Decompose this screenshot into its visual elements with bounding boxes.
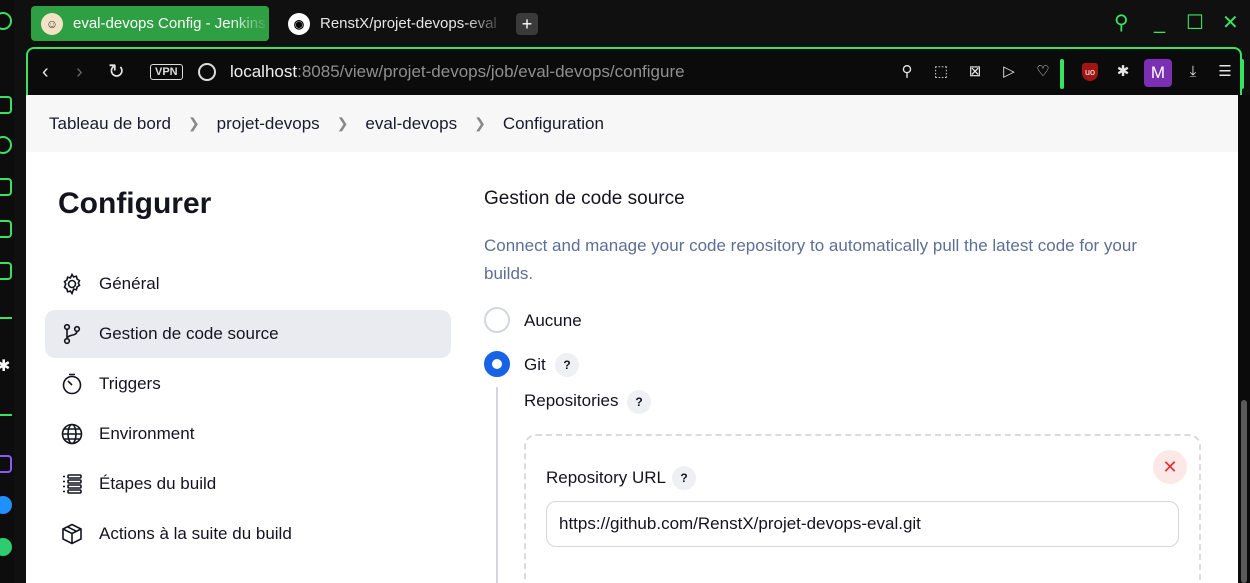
timer-icon (59, 371, 85, 397)
breadcrumb-configuration[interactable]: Configuration (503, 114, 604, 134)
branch-icon (59, 321, 85, 347)
rail-divider (0, 317, 12, 319)
chevron-right-icon: ❯ (187, 115, 200, 131)
sidebar-item-label: Actions à la suite du build (99, 524, 292, 543)
sidebar-item-label: Général (99, 274, 160, 293)
vpn-badge[interactable]: VPN (150, 64, 183, 80)
forward-button[interactable]: › (76, 61, 83, 83)
adblock-icon[interactable]: ⊠ (966, 63, 984, 81)
snapshot-icon[interactable]: ⬚ (932, 63, 950, 81)
rail-wallet-icon[interactable] (0, 220, 12, 238)
url-host: localhost (230, 62, 298, 81)
radio-git[interactable] (484, 351, 510, 377)
chevron-right-icon: ❯ (336, 115, 349, 131)
github-icon: ◉ (288, 12, 310, 35)
jenkins-icon: ☺ (41, 12, 63, 35)
profile-avatar[interactable]: M (1144, 59, 1172, 87)
back-button[interactable]: ‹ (42, 61, 49, 83)
browser-side-rail: ✱ (0, 0, 14, 583)
sidebar-item-scm[interactable]: Gestion de code source (45, 310, 451, 358)
radio-none-label[interactable]: Aucune (524, 311, 582, 331)
sidebar-item-label: Triggers (99, 374, 161, 393)
rail-monitor-icon[interactable] (0, 262, 12, 280)
heart-icon[interactable]: ♡ (1034, 63, 1052, 81)
site-info-icon[interactable] (198, 63, 216, 81)
radio-git-label[interactable]: Git (524, 355, 546, 375)
repository-url-label: Repository URL (546, 468, 666, 487)
rail-puzzle-icon[interactable]: ✱ (0, 356, 15, 375)
close-icon: ✕ (1162, 457, 1178, 477)
whatsapp-icon[interactable] (0, 538, 12, 556)
rail-app-icon[interactable] (0, 96, 12, 114)
url-field[interactable]: localhost:8085/view/projet-devops/job/ev… (230, 62, 685, 82)
download-icon[interactable]: ⤓ (1184, 63, 1202, 81)
ublock-icon[interactable]: uo (1082, 63, 1098, 81)
sidebar-item-environment[interactable]: Environment (45, 410, 451, 458)
chevron-right-icon: ❯ (474, 115, 486, 131)
search-tabs-icon[interactable]: ⚲ (1114, 12, 1129, 34)
sidebar-item-triggers[interactable]: Triggers (45, 360, 451, 408)
easy-setup-icon[interactable]: ☰ (1216, 63, 1234, 81)
browser-logo-icon[interactable] (0, 12, 12, 30)
sidebar-item-build-steps[interactable]: Étapes du build (45, 460, 451, 508)
sidebar-item-post-build[interactable]: Actions à la suite du build (45, 510, 451, 558)
address-bar: ‹ › ↻ VPN localhost:8085/view/projet-dev… (26, 47, 1244, 95)
scrollbar-thumb[interactable] (1241, 400, 1247, 583)
reload-button[interactable]: ↻ (108, 61, 125, 83)
toolbar-divider (1060, 59, 1064, 89)
page-title: Configurer (58, 187, 212, 220)
new-tab-button[interactable]: + (516, 13, 538, 35)
sidebar-item-label: Gestion de code source (99, 324, 279, 343)
radio-none[interactable] (484, 307, 510, 333)
toolbar-divider (1240, 59, 1244, 89)
repositories-label: Repositories (524, 391, 619, 410)
sidebar-item-label: Étapes du build (99, 474, 217, 493)
package-icon (59, 521, 85, 547)
gear-icon (59, 271, 85, 297)
sidebar-item-general[interactable]: Général (45, 260, 451, 308)
repository-card: Repository URL ? ✕ (524, 434, 1201, 583)
breadcrumb-folder[interactable]: projet-devops (217, 114, 320, 134)
git-section-line (496, 387, 498, 583)
jenkins-page: Tableau de bord ❯ projet-devops ❯ eval-d… (26, 95, 1238, 583)
section-title: Gestion de code source (484, 188, 685, 209)
globe-icon (59, 421, 85, 447)
sidebar-item-label: Environment (99, 424, 195, 443)
tab-github[interactable]: ◉ RenstX/projet-devops-eval (278, 6, 506, 41)
section-description: Connect and manage your code repository … (484, 236, 1137, 283)
maximize-button[interactable]: ☐ (1186, 12, 1204, 34)
extensions-icon[interactable]: ✱ (1114, 63, 1132, 81)
pin-icon[interactable]: ⚲ (898, 63, 916, 81)
minimize-button[interactable]: _ (1154, 12, 1165, 34)
send-icon[interactable]: ▷ (1000, 63, 1018, 81)
tab-jenkins-config[interactable]: ☺ eval-devops Config - Jenkins (31, 6, 269, 41)
breadcrumb-dashboard[interactable]: Tableau de bord (49, 114, 171, 134)
git-help-button[interactable]: ? (555, 353, 579, 377)
tab-bar: ☺ eval-devops Config - Jenkins ◉ RenstX/… (14, 0, 1250, 47)
repository-url-help-button[interactable]: ? (672, 466, 696, 490)
breadcrumb-job[interactable]: eval-devops (365, 114, 457, 134)
twitch-icon[interactable] (0, 455, 12, 473)
url-path: :8085/view/projet-devops/job/eval-devops… (297, 62, 685, 81)
rail-speed-icon[interactable] (0, 136, 12, 154)
rail-bag-icon[interactable] (0, 178, 12, 196)
delete-repository-button[interactable]: ✕ (1153, 450, 1187, 484)
close-window-button[interactable]: ✕ (1222, 12, 1239, 34)
rail-divider (0, 414, 12, 416)
repository-url-input[interactable] (546, 501, 1179, 547)
repositories-help-button[interactable]: ? (627, 390, 651, 414)
breadcrumb: Tableau de bord ❯ projet-devops ❯ eval-d… (26, 95, 1238, 152)
list-icon (59, 471, 85, 497)
messenger-icon[interactable] (0, 496, 12, 514)
